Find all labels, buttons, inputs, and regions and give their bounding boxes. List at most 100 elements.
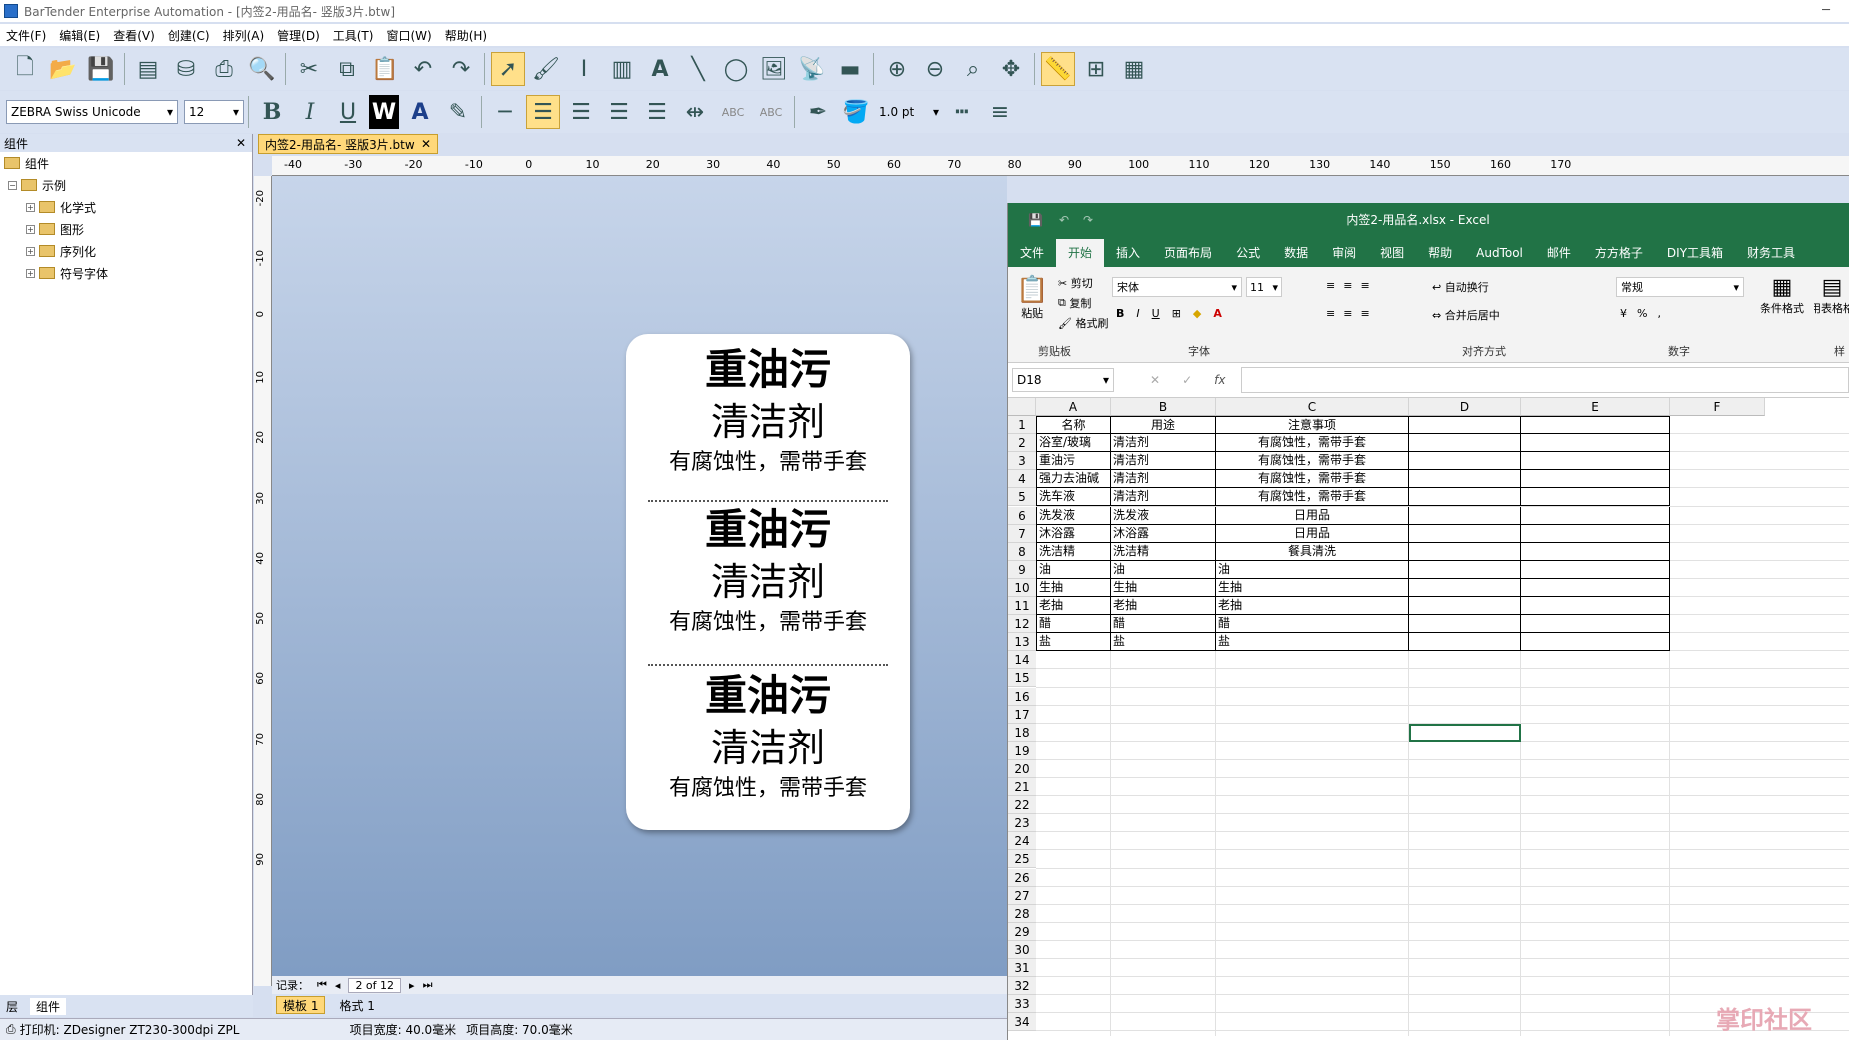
text-effect-arc-icon[interactable]: ABC (716, 95, 750, 129)
grid-icon[interactable]: ▦ (1117, 52, 1151, 86)
save-icon[interactable]: 💾 (1028, 213, 1043, 227)
table-cell[interactable] (1409, 633, 1521, 652)
database-icon[interactable]: ⛁ (169, 52, 203, 86)
tab-page-layout[interactable]: 页面布局 (1152, 239, 1224, 267)
line-width-select[interactable]: 1.0 pt ▾ (875, 100, 943, 124)
tab-layers[interactable]: 层 (6, 998, 18, 1015)
line-color-icon[interactable]: ✒ (801, 95, 835, 129)
collapse-icon[interactable]: − (8, 180, 17, 190)
copy-icon[interactable]: ⧉ (330, 52, 364, 86)
align-right-icon[interactable]: ≡ (1360, 307, 1369, 320)
row-header[interactable]: 19 (1008, 741, 1036, 760)
label-note-text[interactable]: 有腐蚀性，需带手套 (626, 608, 910, 638)
bold-icon[interactable]: B (1116, 307, 1124, 320)
tree-item-serialize[interactable]: + 序列化 (0, 240, 252, 262)
table-cell[interactable]: 老抽 (1216, 597, 1409, 616)
table-cell[interactable] (1521, 597, 1670, 616)
tab-file[interactable]: 文件 (1008, 239, 1056, 267)
column-header[interactable]: E (1521, 398, 1670, 416)
open-folder-icon[interactable]: 📂 (46, 52, 80, 86)
table-cell[interactable]: 盐 (1036, 633, 1111, 652)
row-header[interactable]: 2 (1008, 434, 1036, 453)
row-header[interactable]: 10 (1008, 578, 1036, 597)
table-cell[interactable] (1409, 560, 1521, 579)
excel-size-select[interactable]: 11 ▾ (1246, 277, 1282, 297)
table-cell[interactable]: 餐具清洗 (1216, 542, 1409, 561)
table-cell[interactable]: 清洁剂 (1111, 488, 1216, 507)
table-cell[interactable]: 有腐蚀性，需带手套 (1216, 488, 1409, 507)
tab-insert[interactable]: 插入 (1104, 239, 1152, 267)
label-block[interactable]: 重油污 清洁剂 有腐蚀性，需带手套 (626, 344, 910, 478)
column-header[interactable]: B (1111, 398, 1216, 416)
table-cell[interactable] (1521, 470, 1670, 489)
column-header[interactable]: D (1409, 398, 1521, 416)
font-name-select[interactable]: ZEBRA Swiss Unicode ▾ (6, 100, 178, 124)
table-cell[interactable]: 浴室/玻璃 (1036, 434, 1111, 453)
row-header[interactable]: 32 (1008, 977, 1036, 996)
row-header[interactable]: 8 (1008, 542, 1036, 561)
menu-help[interactable]: 帮助(H) (445, 27, 487, 44)
row-header[interactable]: 14 (1008, 651, 1036, 670)
row-header[interactable]: 20 (1008, 759, 1036, 778)
table-cell[interactable]: 油 (1216, 560, 1409, 579)
bold-icon[interactable]: B (255, 95, 289, 129)
fill-color-icon[interactable]: 🪣 (839, 95, 873, 129)
table-cell[interactable]: 盐 (1111, 633, 1216, 652)
row-header[interactable]: 4 (1008, 470, 1036, 489)
menu-edit[interactable]: 编辑(E) (59, 27, 100, 44)
column-header[interactable]: C (1216, 398, 1409, 416)
close-icon[interactable]: ✕ (236, 136, 246, 150)
label-name-text[interactable]: 重油污 (626, 344, 910, 396)
table-cell[interactable]: 洗车液 (1036, 488, 1111, 507)
label-type-text[interactable]: 清洁剂 (626, 396, 910, 448)
format-painter-icon[interactable]: 🖌 (529, 52, 563, 86)
tab-finance[interactable]: 财务工具 (1735, 239, 1807, 267)
tab-diy[interactable]: DIY工具箱 (1655, 239, 1735, 267)
tab-template-1[interactable]: 模板 1 (276, 996, 326, 1014)
table-cell[interactable]: 重油污 (1036, 452, 1111, 471)
row-header[interactable]: 26 (1008, 868, 1036, 887)
format-painter-button[interactable]: 🖌 格式刷 (1058, 315, 1108, 331)
label-type-text[interactable]: 清洁剂 (626, 556, 910, 608)
new-document-icon[interactable]: 🗋 (8, 52, 42, 86)
table-cell[interactable] (1521, 434, 1670, 453)
menu-view[interactable]: 查看(V) (113, 27, 155, 44)
copy-button[interactable]: ⧉ 复制 (1058, 295, 1091, 311)
table-cell[interactable]: 清洁剂 (1111, 452, 1216, 471)
print-icon[interactable]: ⎙ (207, 52, 241, 86)
shape-tool-icon[interactable]: ◯ (719, 52, 753, 86)
line-tool-icon[interactable]: ╲ (681, 52, 715, 86)
table-cell[interactable]: 名称 (1036, 416, 1111, 435)
table-cell[interactable]: 有腐蚀性，需带手套 (1216, 452, 1409, 471)
tree-root[interactable]: 组件 (0, 152, 252, 174)
picture-tool-icon[interactable]: 🖼 (757, 52, 791, 86)
text-tool-icon[interactable]: A (643, 52, 677, 86)
name-box[interactable]: D18 ▾ (1012, 368, 1114, 392)
row-header[interactable]: 21 (1008, 778, 1036, 796)
select-all-corner[interactable] (1008, 398, 1036, 416)
label-block[interactable]: 重油污 清洁剂 有腐蚀性，需带手套 (626, 670, 910, 804)
table-cell[interactable]: 有腐蚀性，需带手套 (1216, 434, 1409, 453)
fill-color-icon[interactable]: ◆ (1193, 307, 1201, 320)
tab-components[interactable]: 组件 (30, 997, 67, 1015)
table-cell[interactable]: 沐浴露 (1036, 524, 1111, 543)
expand-icon[interactable]: + (26, 246, 35, 256)
first-record-icon[interactable]: ⏮ (317, 978, 327, 992)
row-header[interactable]: 16 (1008, 687, 1036, 706)
table-cell[interactable]: 生抽 (1216, 578, 1409, 597)
row-header[interactable]: 1 (1008, 416, 1036, 434)
tree-item-graphics[interactable]: + 图形 (0, 218, 252, 240)
table-cell[interactable] (1521, 560, 1670, 579)
conditional-format-button[interactable]: ▦ 条件格式 (1756, 275, 1808, 316)
reverse-text-icon[interactable]: W (369, 95, 399, 129)
percent-icon[interactable]: % (1637, 307, 1647, 320)
expand-icon[interactable]: + (26, 224, 35, 234)
tab-format-1[interactable]: 格式 1 (333, 996, 380, 1014)
line-style-icon[interactable]: ─ (488, 95, 522, 129)
table-cell[interactable]: 沐浴露 (1111, 524, 1216, 543)
tab-ffgz[interactable]: 方方格子 (1583, 239, 1655, 267)
row-header[interactable]: 12 (1008, 615, 1036, 634)
row-header[interactable]: 33 (1008, 995, 1036, 1014)
close-icon[interactable]: ✕ (421, 137, 431, 151)
table-format-button[interactable]: ▤ 套用表格格式 (1814, 275, 1849, 316)
